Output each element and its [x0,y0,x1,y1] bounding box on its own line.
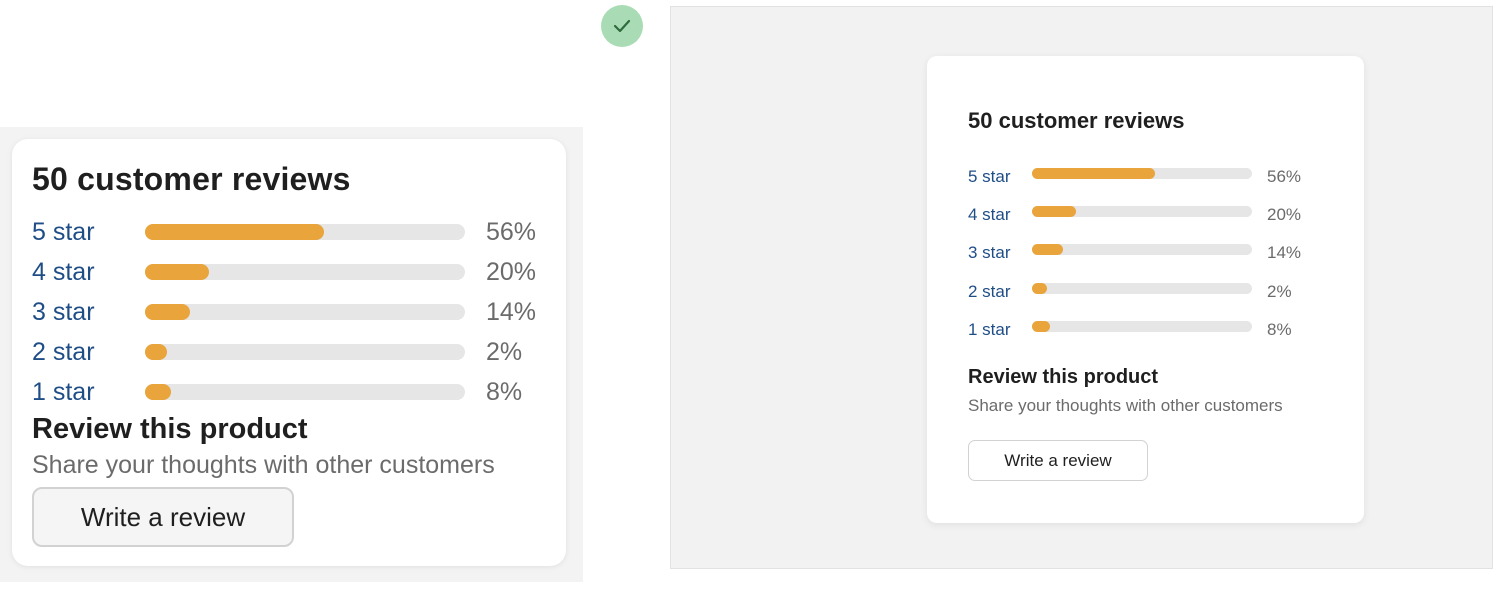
rating-percent: 2% [1267,282,1292,301]
rating-percent: 56% [1267,167,1302,186]
rating-percent: 14% [486,298,537,326]
rating-row: 3 star 14% [968,239,1328,267]
actual-render-panel: 50 customer reviews 5 star 56% 4 star 20… [670,6,1493,569]
rating-percent: 20% [486,258,537,286]
rating-bar-fill [145,224,325,240]
rating-label-link[interactable]: 4 star [968,205,1011,225]
review-product-heading: Review this product [32,413,308,445]
write-review-button[interactable]: Write a review [32,487,294,547]
write-review-button[interactable]: Write a review [968,440,1148,481]
reviews-title: 50 customer reviews [968,108,1185,133]
reviews-card: 50 customer reviews 5 star 56% 4 star 20… [927,56,1364,523]
rating-label-link[interactable]: 2 star [968,282,1011,302]
rating-row: 4 star 20% [968,201,1328,229]
rating-label-link[interactable]: 1 star [968,320,1011,340]
rating-row: 1 star 8% [32,374,552,414]
rating-bar-fill [1032,244,1063,255]
rating-bar-fill [145,384,171,400]
zoomed-preview-panel: 50 customer reviews 5 star 56% 4 star 20… [0,127,583,582]
rating-bar [1032,321,1252,332]
rating-bar [145,304,465,320]
rating-bar-fill [145,344,168,360]
rating-bar [1032,168,1252,179]
review-product-heading: Review this product [968,366,1159,388]
rating-bar [1032,283,1252,294]
rating-percent: 14% [1267,243,1302,262]
rating-bar [1032,244,1252,255]
review-product-subtext: Share your thoughts with other customers [32,451,495,479]
reviews-card-zoomed: 50 customer reviews 5 star 56% 4 star 20… [12,139,566,566]
rating-bar-fill [1032,206,1076,217]
review-product-subtext: Share your thoughts with other customers [968,396,1283,415]
rating-percent: 20% [1267,205,1302,224]
rating-label-link[interactable]: 5 star [968,167,1011,187]
rating-row: 1 star 8% [968,316,1328,344]
rating-bar-fill [1032,321,1050,332]
rating-percent: 8% [486,378,523,406]
rating-bar [1032,206,1252,217]
rating-bar-fill [1032,168,1156,179]
rating-label-link[interactable]: 1 star [32,378,95,407]
rating-bar [145,384,465,400]
checkmark-glyph [613,19,631,33]
reviews-title: 50 customer reviews [32,161,351,197]
rating-label-link[interactable]: 3 star [32,298,95,327]
rating-percent: 8% [1267,320,1292,339]
rating-bar [145,344,465,360]
rating-row: 5 star 56% [32,214,552,254]
rating-bar-fill [145,304,190,320]
rating-row: 2 star 2% [32,334,552,374]
rating-row: 2 star 2% [968,278,1328,306]
rating-percent: 56% [486,218,537,246]
check-icon [601,5,643,47]
rating-bar-fill [1032,283,1048,294]
rating-label-link[interactable]: 3 star [968,243,1011,263]
rating-row: 3 star 14% [32,294,552,334]
rating-bar [145,224,465,240]
rating-row: 5 star 56% [968,163,1328,191]
rating-label-link[interactable]: 4 star [32,258,95,287]
rating-percent: 2% [486,338,523,366]
rating-label-link[interactable]: 2 star [32,338,95,367]
rating-label-link[interactable]: 5 star [32,218,95,247]
rating-row: 4 star 20% [32,254,552,294]
rating-bar-fill [145,264,209,280]
rating-bar [145,264,465,280]
